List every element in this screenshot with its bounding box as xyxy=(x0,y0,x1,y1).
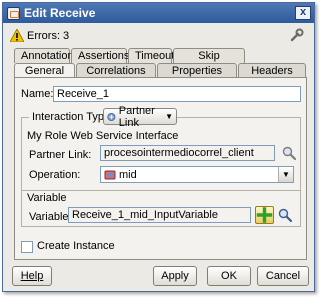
operation-value: mid xyxy=(119,168,137,181)
tab-assertions[interactable]: Assertions xyxy=(71,48,129,63)
search-icon[interactable] xyxy=(277,207,293,223)
tab-general[interactable]: General xyxy=(14,63,75,78)
ok-button[interactable]: OK xyxy=(207,266,251,286)
name-label: Name: xyxy=(21,88,54,100)
tabs-back-row: Annotations Assertions Timeout Skip Cond… xyxy=(14,48,246,76)
tab-correlations[interactable]: Correlations xyxy=(76,63,156,77)
apply-button[interactable]: Apply xyxy=(153,266,197,286)
partner-link-field[interactable]: procesointermediocorrel_client xyxy=(100,145,275,161)
create-instance-label: Create Instance xyxy=(37,240,115,252)
wrench-icon[interactable] xyxy=(290,28,304,42)
variable-label: Variable: xyxy=(29,211,72,223)
name-field[interactable]: Receive_1 xyxy=(53,86,301,102)
title-bar: Edit Receive x xyxy=(3,3,314,23)
interaction-type-value: Partner Link xyxy=(118,104,155,129)
variable-field[interactable]: Receive_1_mid_InputVariable xyxy=(68,207,251,223)
general-panel: Name: Receive_1 Interaction Type: Partne… xyxy=(14,77,307,260)
interaction-type-dropdown[interactable]: Partner Link ▼ xyxy=(103,105,177,129)
variable-group-label: Variable xyxy=(27,192,67,204)
group-divider xyxy=(21,190,301,191)
tab-annotations[interactable]: Annotations xyxy=(14,48,79,63)
warning-icon xyxy=(10,29,24,42)
create-instance-checkbox[interactable] xyxy=(21,241,33,253)
errors-text: Errors: 3 xyxy=(27,29,70,42)
receive-icon xyxy=(7,6,20,20)
errors-status: Errors: 3 xyxy=(10,29,69,42)
search-icon[interactable] xyxy=(281,145,297,161)
cancel-button[interactable]: Cancel xyxy=(257,266,309,286)
close-button[interactable]: x xyxy=(295,6,311,20)
tab-timeout[interactable]: Timeout xyxy=(128,48,174,63)
plus-icon xyxy=(256,207,273,223)
operation-label: Operation: xyxy=(29,169,81,181)
tab-skip-condition[interactable]: Skip Condition xyxy=(173,48,245,76)
role-group-label: My Role Web Service Interface xyxy=(27,130,179,142)
add-variable-button[interactable] xyxy=(255,206,274,224)
help-button-label: Help xyxy=(20,270,44,282)
operation-icon xyxy=(104,170,116,179)
tab-properties[interactable]: Properties xyxy=(157,63,237,77)
tab-headers[interactable]: Headers xyxy=(238,63,306,77)
operation-dropdown[interactable]: mid ▼ xyxy=(100,166,294,183)
edit-receive-dialog: Edit Receive x Errors: 3 Annotations Ass… xyxy=(2,2,315,292)
chevron-down-icon[interactable]: ▼ xyxy=(278,167,293,182)
partner-link-icon xyxy=(107,112,116,121)
tabs-front-row: General Correlations Properties Headers xyxy=(14,63,307,78)
dialog-title: Edit Receive xyxy=(24,6,96,20)
partner-link-label: Partner Link: xyxy=(29,149,92,161)
chevron-down-icon: ▼ xyxy=(165,112,173,121)
help-button[interactable]: Help xyxy=(12,266,52,286)
